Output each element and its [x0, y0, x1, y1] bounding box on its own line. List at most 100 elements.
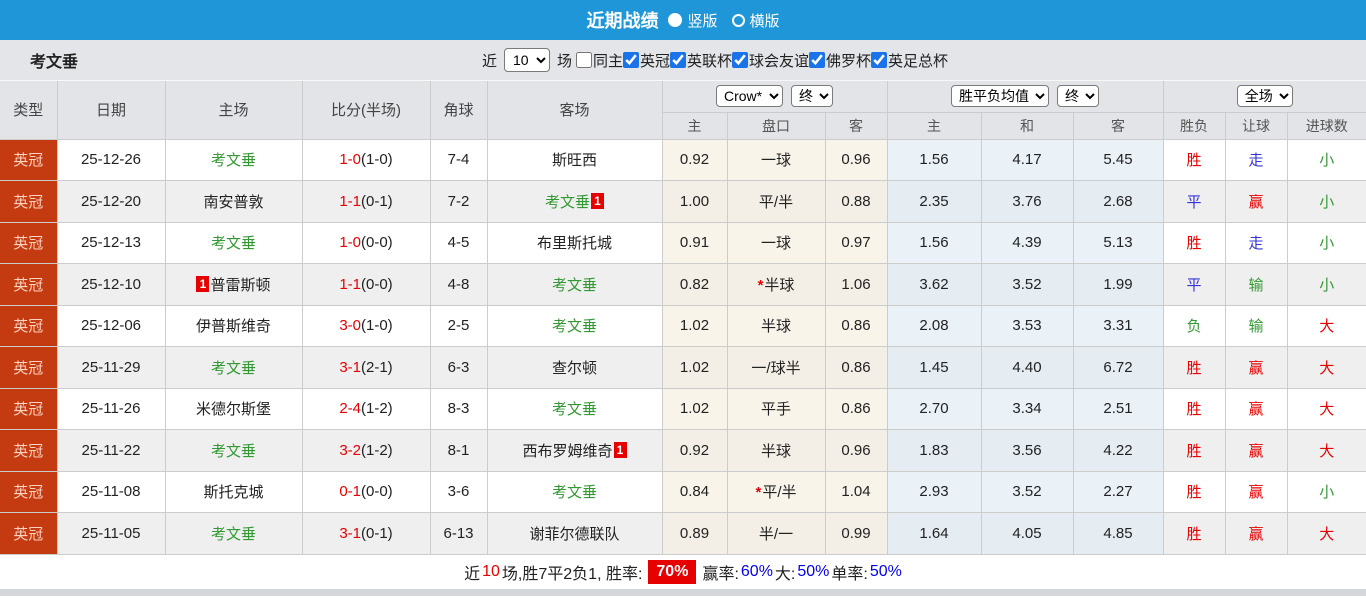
filter-checkbox-1[interactable]: 英冠: [623, 50, 670, 71]
checkbox-input[interactable]: [576, 52, 592, 68]
layout-radio-竖版[interactable]: 竖版: [668, 10, 717, 31]
red-card-badge: 1: [196, 276, 209, 292]
goals-outcome-cell: 小: [1287, 222, 1366, 264]
filter-checkbox-3[interactable]: 球会友谊: [732, 50, 809, 71]
away-team-cell: 考文垂: [487, 471, 662, 513]
league-cell: 英冠: [0, 305, 57, 347]
radio-dot-icon: [668, 13, 682, 27]
away-team-cell: 斯旺西: [487, 139, 662, 181]
score-cell: 3-0(1-0): [302, 305, 430, 347]
score-cell: 0-1(0-0): [302, 471, 430, 513]
bookmaker-select[interactable]: Crow*: [716, 85, 783, 107]
layout-radio-label: 竖版: [687, 10, 717, 31]
eu-home-odds-cell: 1.45: [887, 347, 981, 389]
filter-checkbox-5[interactable]: 英足总杯: [871, 50, 948, 71]
ah-home-odds-cell: 0.91: [662, 222, 727, 264]
date-cell: 25-12-20: [57, 181, 165, 223]
handicap-outcome-cell: 赢: [1225, 388, 1287, 430]
europe-odds-select[interactable]: 胜平负均值: [951, 85, 1049, 107]
league-cell: 英冠: [0, 139, 57, 181]
league-cell: 英冠: [0, 264, 57, 306]
recent-count-select[interactable]: 10: [504, 48, 550, 72]
checkbox-input[interactable]: [623, 52, 639, 68]
corners-cell: 8-3: [430, 388, 487, 430]
checkbox-label: 英冠: [640, 50, 670, 71]
filter-controls: 近 10 场 同主英冠英联杯球会友谊佛罗杯英足总杯: [482, 48, 948, 72]
date-cell: 25-12-26: [57, 139, 165, 181]
results-table: 类型 日期 主场 比分(半场) 角球 客场 Crow*终 胜平负均值终 全场 主…: [0, 81, 1366, 555]
layout-radio-横版[interactable]: 横版: [732, 10, 780, 31]
halftime-score: (1-2): [361, 442, 393, 459]
checkbox-label: 同主: [593, 50, 623, 71]
checkbox-input[interactable]: [732, 52, 748, 68]
ah-home-odds-cell: 0.84: [662, 471, 727, 513]
table-row: 英冠 25-12-26 考文垂 1-0(1-0) 7-4 斯旺西 0.92 一球…: [0, 139, 1366, 181]
ah-away-odds-cell: 0.86: [825, 388, 887, 430]
checkbox-input[interactable]: [871, 52, 887, 68]
column-header-home: 主场: [165, 81, 302, 139]
eu-away-odds-cell: 2.27: [1073, 471, 1163, 513]
result-outcome-cell: 平: [1163, 264, 1225, 306]
table-row: 英冠 25-12-10 1普雷斯顿 1-1(0-0) 4-8 考文垂 0.82 …: [0, 264, 1366, 306]
summary-segment: 60%: [741, 563, 773, 581]
filter-checkbox-0[interactable]: 同主: [576, 50, 623, 71]
checkbox-input[interactable]: [670, 52, 686, 68]
summary-segment: 大:: [775, 560, 795, 584]
filter-checkbox-4[interactable]: 佛罗杯: [809, 50, 871, 71]
checkbox-input[interactable]: [809, 52, 825, 68]
eu-draw-odds-cell: 3.34: [981, 388, 1073, 430]
result-outcome-cell: 胜: [1163, 388, 1225, 430]
home-team-cell: 考文垂: [165, 513, 302, 555]
team-label: 斯托克城: [203, 484, 263, 501]
recent-suffix: 场: [557, 50, 572, 71]
eu-away-odds-cell: 2.51: [1073, 388, 1163, 430]
handicap-time-select[interactable]: 终: [791, 85, 833, 107]
topbar: 近期战绩 竖版横版: [0, 0, 1366, 40]
fulltime-score: 3-0: [339, 317, 361, 334]
corners-cell: 6-13: [430, 513, 487, 555]
live-line-star-icon: *: [755, 484, 761, 501]
filter-checkbox-2[interactable]: 英联杯: [670, 50, 732, 71]
home-team-cell: 1普雷斯顿: [165, 264, 302, 306]
date-cell: 25-11-29: [57, 347, 165, 389]
subheader-ah-away: 客: [825, 112, 887, 139]
fulltime-score: 1-0: [339, 151, 361, 168]
fulltime-score: 3-1: [339, 359, 361, 376]
home-team-cell: 考文垂: [165, 347, 302, 389]
eu-away-odds-cell: 3.31: [1073, 305, 1163, 347]
europe-time-select[interactable]: 终: [1057, 85, 1099, 107]
away-team-cell: 谢菲尔德联队: [487, 513, 662, 555]
red-card-badge: 1: [614, 442, 627, 458]
eu-draw-odds-cell: 3.53: [981, 305, 1073, 347]
match-scope-select[interactable]: 全场: [1237, 85, 1293, 107]
summary-segment: 近: [464, 560, 480, 584]
ah-home-odds-cell: 0.92: [662, 139, 727, 181]
result-outcome-cell: 负: [1163, 305, 1225, 347]
column-header-date: 日期: [57, 81, 165, 139]
ah-away-odds-cell: 0.88: [825, 181, 887, 223]
halftime-score: (0-1): [361, 193, 393, 210]
fulltime-score: 1-1: [339, 193, 361, 210]
subheader-eu-draw: 和: [981, 112, 1073, 139]
date-cell: 25-11-22: [57, 430, 165, 472]
result-outcome-cell: 胜: [1163, 513, 1225, 555]
table-row: 英冠 25-12-20 南安普敦 1-1(0-1) 7-2 考文垂1 1.00 …: [0, 181, 1366, 223]
live-line-star-icon: *: [758, 277, 764, 294]
handicap-group-header: Crow* 终: [662, 81, 887, 112]
league-cell: 英冠: [0, 471, 57, 513]
team-label: 考文垂: [552, 277, 597, 294]
date-cell: 25-12-06: [57, 305, 165, 347]
layout-radio-label: 横版: [750, 10, 780, 31]
result-outcome-cell: 胜: [1163, 471, 1225, 513]
eu-away-odds-cell: 4.22: [1073, 430, 1163, 472]
ah-away-odds-cell: 1.04: [825, 471, 887, 513]
team-label: 南安普敦: [203, 194, 263, 211]
table-row: 英冠 25-12-13 考文垂 1-0(0-0) 4-5 布里斯托城 0.91 …: [0, 222, 1366, 264]
eu-draw-odds-cell: 3.76: [981, 181, 1073, 223]
europe-odds-group-header: 胜平负均值终: [887, 81, 1163, 112]
red-card-badge: 1: [591, 193, 604, 209]
goals-outcome-cell: 大: [1287, 513, 1366, 555]
team-label: 普雷斯顿: [210, 277, 270, 294]
fulltime-score: 3-2: [339, 442, 361, 459]
score-cell: 1-1(0-1): [302, 181, 430, 223]
